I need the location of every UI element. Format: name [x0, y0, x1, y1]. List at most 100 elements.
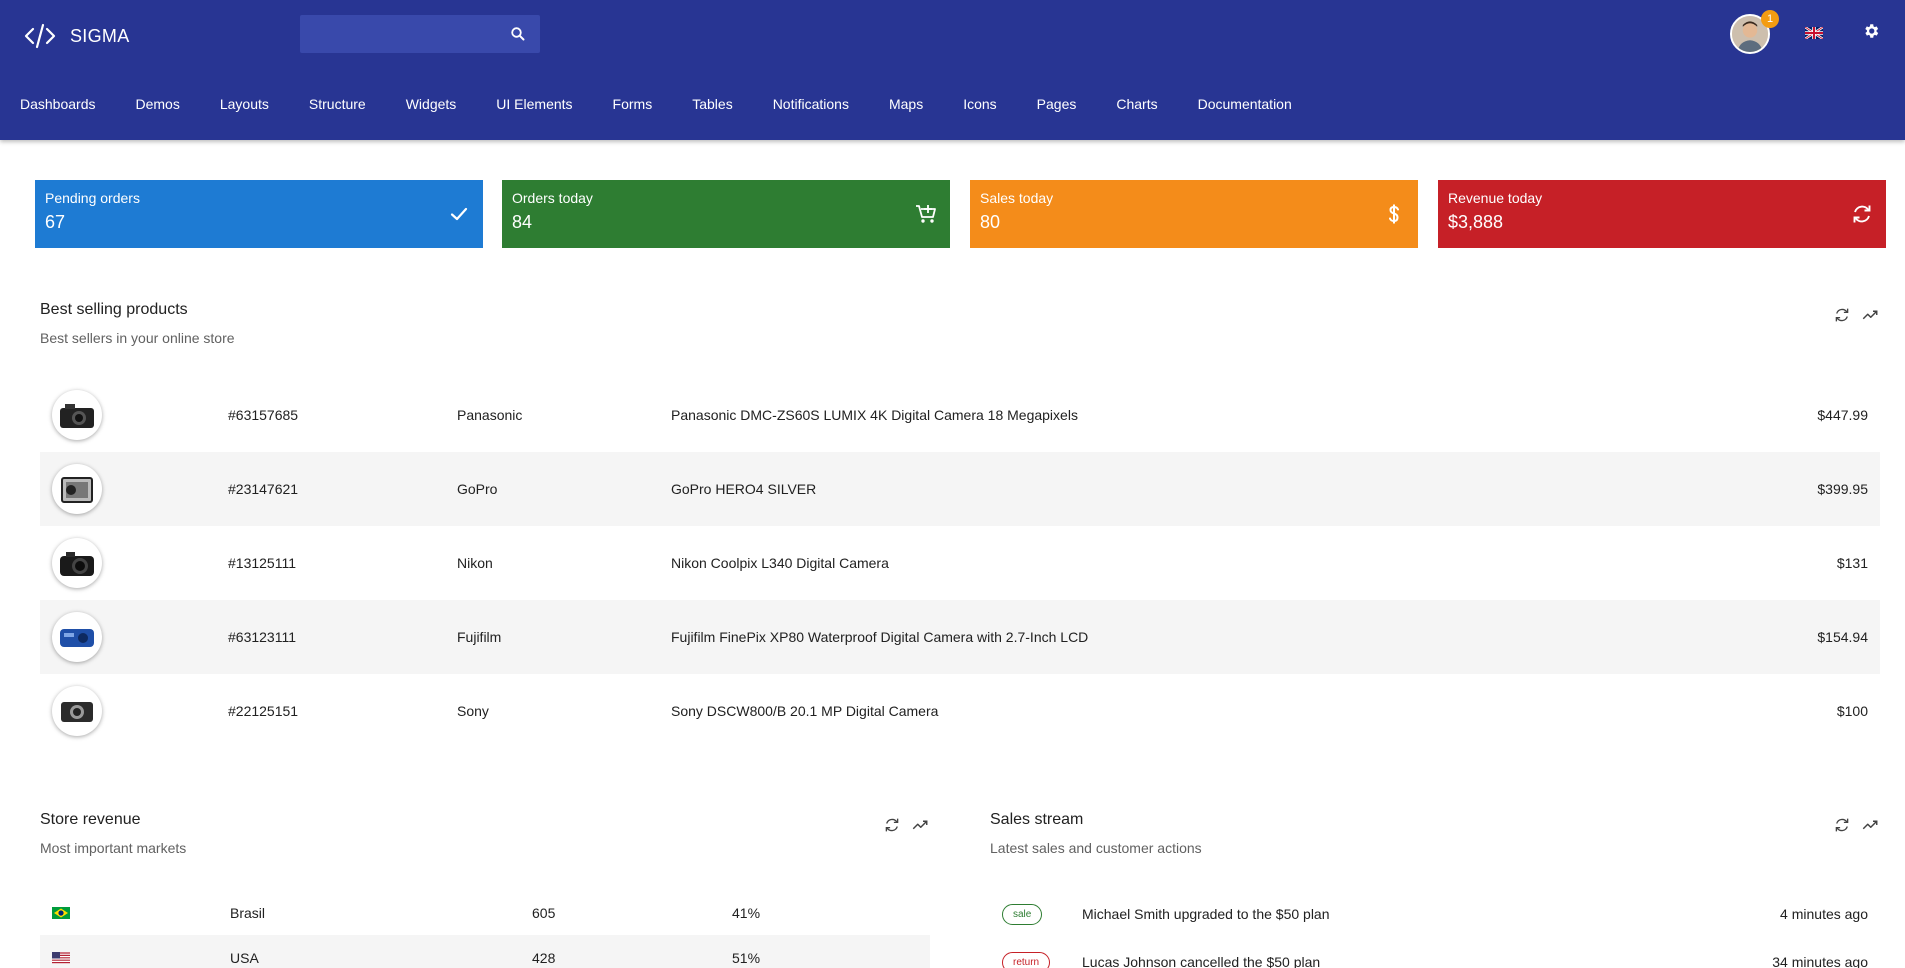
table-row[interactable]: #63157685 Panasonic Panasonic DMC-ZS60S … — [40, 378, 1880, 452]
list-item[interactable]: sale Michael Smith upgraded to the $50 p… — [990, 890, 1880, 938]
trending-up-icon[interactable] — [1861, 816, 1879, 834]
nav-item-notifications[interactable]: Notifications — [753, 88, 869, 120]
product-price: $154.94 — [1817, 629, 1868, 645]
flag-uk-icon[interactable] — [1805, 27, 1823, 39]
nav-item-maps[interactable]: Maps — [869, 88, 943, 120]
check-icon — [450, 207, 468, 221]
product-image — [52, 538, 102, 588]
percentage: 41% — [732, 904, 761, 921]
product-id: #23147621 — [228, 481, 299, 497]
nav-item-widgets[interactable]: Widgets — [386, 88, 477, 120]
country-name: USA — [230, 949, 259, 966]
nav-item-layouts[interactable]: Layouts — [200, 88, 289, 120]
product-brand: Fujifilm — [457, 629, 502, 645]
best-selling-subtitle: Best sellers in your online store — [40, 330, 235, 346]
table-row[interactable]: #63123111 Fujifilm Fujifilm FinePix XP80… — [40, 600, 1880, 674]
product-id: #63157685 — [228, 407, 299, 423]
action-camera-icon — [61, 477, 93, 503]
sales-stream-list: sale Michael Smith upgraded to the $50 p… — [990, 890, 1880, 968]
refresh-icon[interactable] — [1833, 816, 1851, 834]
tile-value: 80 — [980, 212, 1001, 232]
search-icon[interactable] — [510, 26, 526, 42]
nav-item-ui-elements[interactable]: UI Elements — [476, 88, 592, 120]
activity-text: Michael Smith upgraded to the $50 plan — [1082, 906, 1330, 922]
tile-value: 84 — [512, 212, 533, 232]
sales-stream-actions — [1833, 816, 1879, 834]
table-row[interactable]: #22125151 Sony Sony DSCW800/B 20.1 MP Di… — [40, 674, 1880, 748]
camera-icon — [60, 404, 94, 428]
product-price: $447.99 — [1817, 407, 1868, 423]
product-price: $131 — [1836, 555, 1868, 571]
sales-stream-subtitle: Latest sales and customer actions — [990, 840, 1202, 856]
nav-item-charts[interactable]: Charts — [1096, 88, 1177, 120]
store-revenue-title: Store revenue — [40, 811, 141, 828]
nav-item-documentation[interactable]: Documentation — [1178, 88, 1312, 120]
product-brand: Panasonic — [457, 407, 523, 423]
product-id: #22125151 — [228, 703, 299, 719]
camera-icon — [60, 552, 94, 576]
nav-item-structure[interactable]: Structure — [289, 88, 386, 120]
order-count: 428 — [532, 949, 556, 966]
orders-today-tile: Orders today 84 — [502, 180, 950, 248]
store-revenue-table: Brasil 605 41% USA 428 51% — [40, 890, 930, 968]
search-input[interactable] — [300, 15, 540, 53]
nav-item-tables[interactable]: Tables — [672, 88, 752, 120]
best-selling-title: Best selling products — [40, 301, 188, 318]
product-price: $399.95 — [1817, 481, 1868, 497]
nav-item-demos[interactable]: Demos — [116, 88, 200, 120]
tile-label: Orders today — [512, 190, 593, 206]
dollar-icon — [1389, 204, 1399, 224]
tile-label: Sales today — [980, 190, 1054, 206]
nav-item-dashboards[interactable]: Dashboards — [0, 88, 116, 120]
product-id: #63123111 — [228, 629, 296, 645]
product-image — [52, 464, 102, 514]
main-nav: Dashboards Demos Layouts Structure Widge… — [0, 88, 1312, 120]
product-name: Sony DSCW800/B 20.1 MP Digital Camera — [671, 703, 939, 719]
trending-up-icon[interactable] — [911, 816, 929, 834]
table-row[interactable]: #13125111 Nikon Nikon Coolpix L340 Digit… — [40, 526, 1880, 600]
store-revenue-actions — [883, 816, 929, 834]
activity-text: Lucas Johnson cancelled the $50 plan — [1082, 954, 1321, 968]
refresh-icon[interactable] — [883, 816, 901, 834]
flag-us-icon — [52, 951, 70, 964]
nav-item-icons[interactable]: Icons — [943, 88, 1016, 120]
tile-value: $3,888 — [1448, 212, 1504, 232]
product-image — [52, 390, 102, 440]
sales-stream-title: Sales stream — [990, 811, 1084, 828]
code-logo-icon — [24, 23, 56, 49]
product-image — [52, 612, 102, 662]
nav-item-pages[interactable]: Pages — [1017, 88, 1097, 120]
camera-icon — [61, 702, 93, 722]
refresh-icon[interactable] — [1833, 306, 1851, 324]
tile-label: Revenue today — [1448, 190, 1543, 206]
product-brand: Sony — [457, 703, 489, 719]
product-id: #13125111 — [228, 555, 296, 571]
tile-label: Pending orders — [45, 190, 140, 206]
table-row[interactable]: Brasil 605 41% — [40, 890, 930, 935]
gear-icon[interactable] — [1862, 22, 1880, 40]
product-name: Nikon Coolpix L340 Digital Camera — [671, 555, 889, 571]
sale-tag: sale — [1002, 903, 1043, 925]
list-item[interactable]: return Lucas Johnson cancelled the $50 p… — [990, 938, 1880, 968]
product-name: Panasonic DMC-ZS60S LUMIX 4K Digital Cam… — [671, 407, 1078, 423]
product-brand: GoPro — [457, 481, 498, 497]
flag-br-icon — [52, 906, 70, 919]
order-count: 605 — [532, 904, 556, 921]
best-selling-actions — [1833, 306, 1879, 324]
table-row[interactable]: #23147621 GoPro GoPro HERO4 SILVER $399.… — [40, 452, 1880, 526]
store-revenue-subtitle: Most important markets — [40, 840, 187, 856]
nav-item-forms[interactable]: Forms — [593, 88, 673, 120]
notification-badge: 1 — [1761, 10, 1779, 28]
pending-orders-tile: Pending orders 67 — [35, 180, 483, 248]
sales-today-tile: Sales today 80 — [970, 180, 1418, 248]
cart-icon — [916, 205, 936, 223]
product-image — [52, 686, 102, 736]
product-price: $100 — [1836, 703, 1868, 719]
table-row[interactable]: USA 428 51% — [40, 935, 930, 968]
product-name: Fujifilm FinePix XP80 Waterproof Digital… — [671, 629, 1089, 645]
best-selling-table: #63157685 Panasonic Panasonic DMC-ZS60S … — [40, 378, 1880, 748]
top-app-bar: SIGMA 1 Dashboards Demos Layouts Structu… — [0, 0, 1905, 140]
activity-time: 4 minutes ago — [1780, 906, 1868, 922]
brand[interactable]: SIGMA — [24, 22, 130, 50]
trending-up-icon[interactable] — [1861, 306, 1879, 324]
